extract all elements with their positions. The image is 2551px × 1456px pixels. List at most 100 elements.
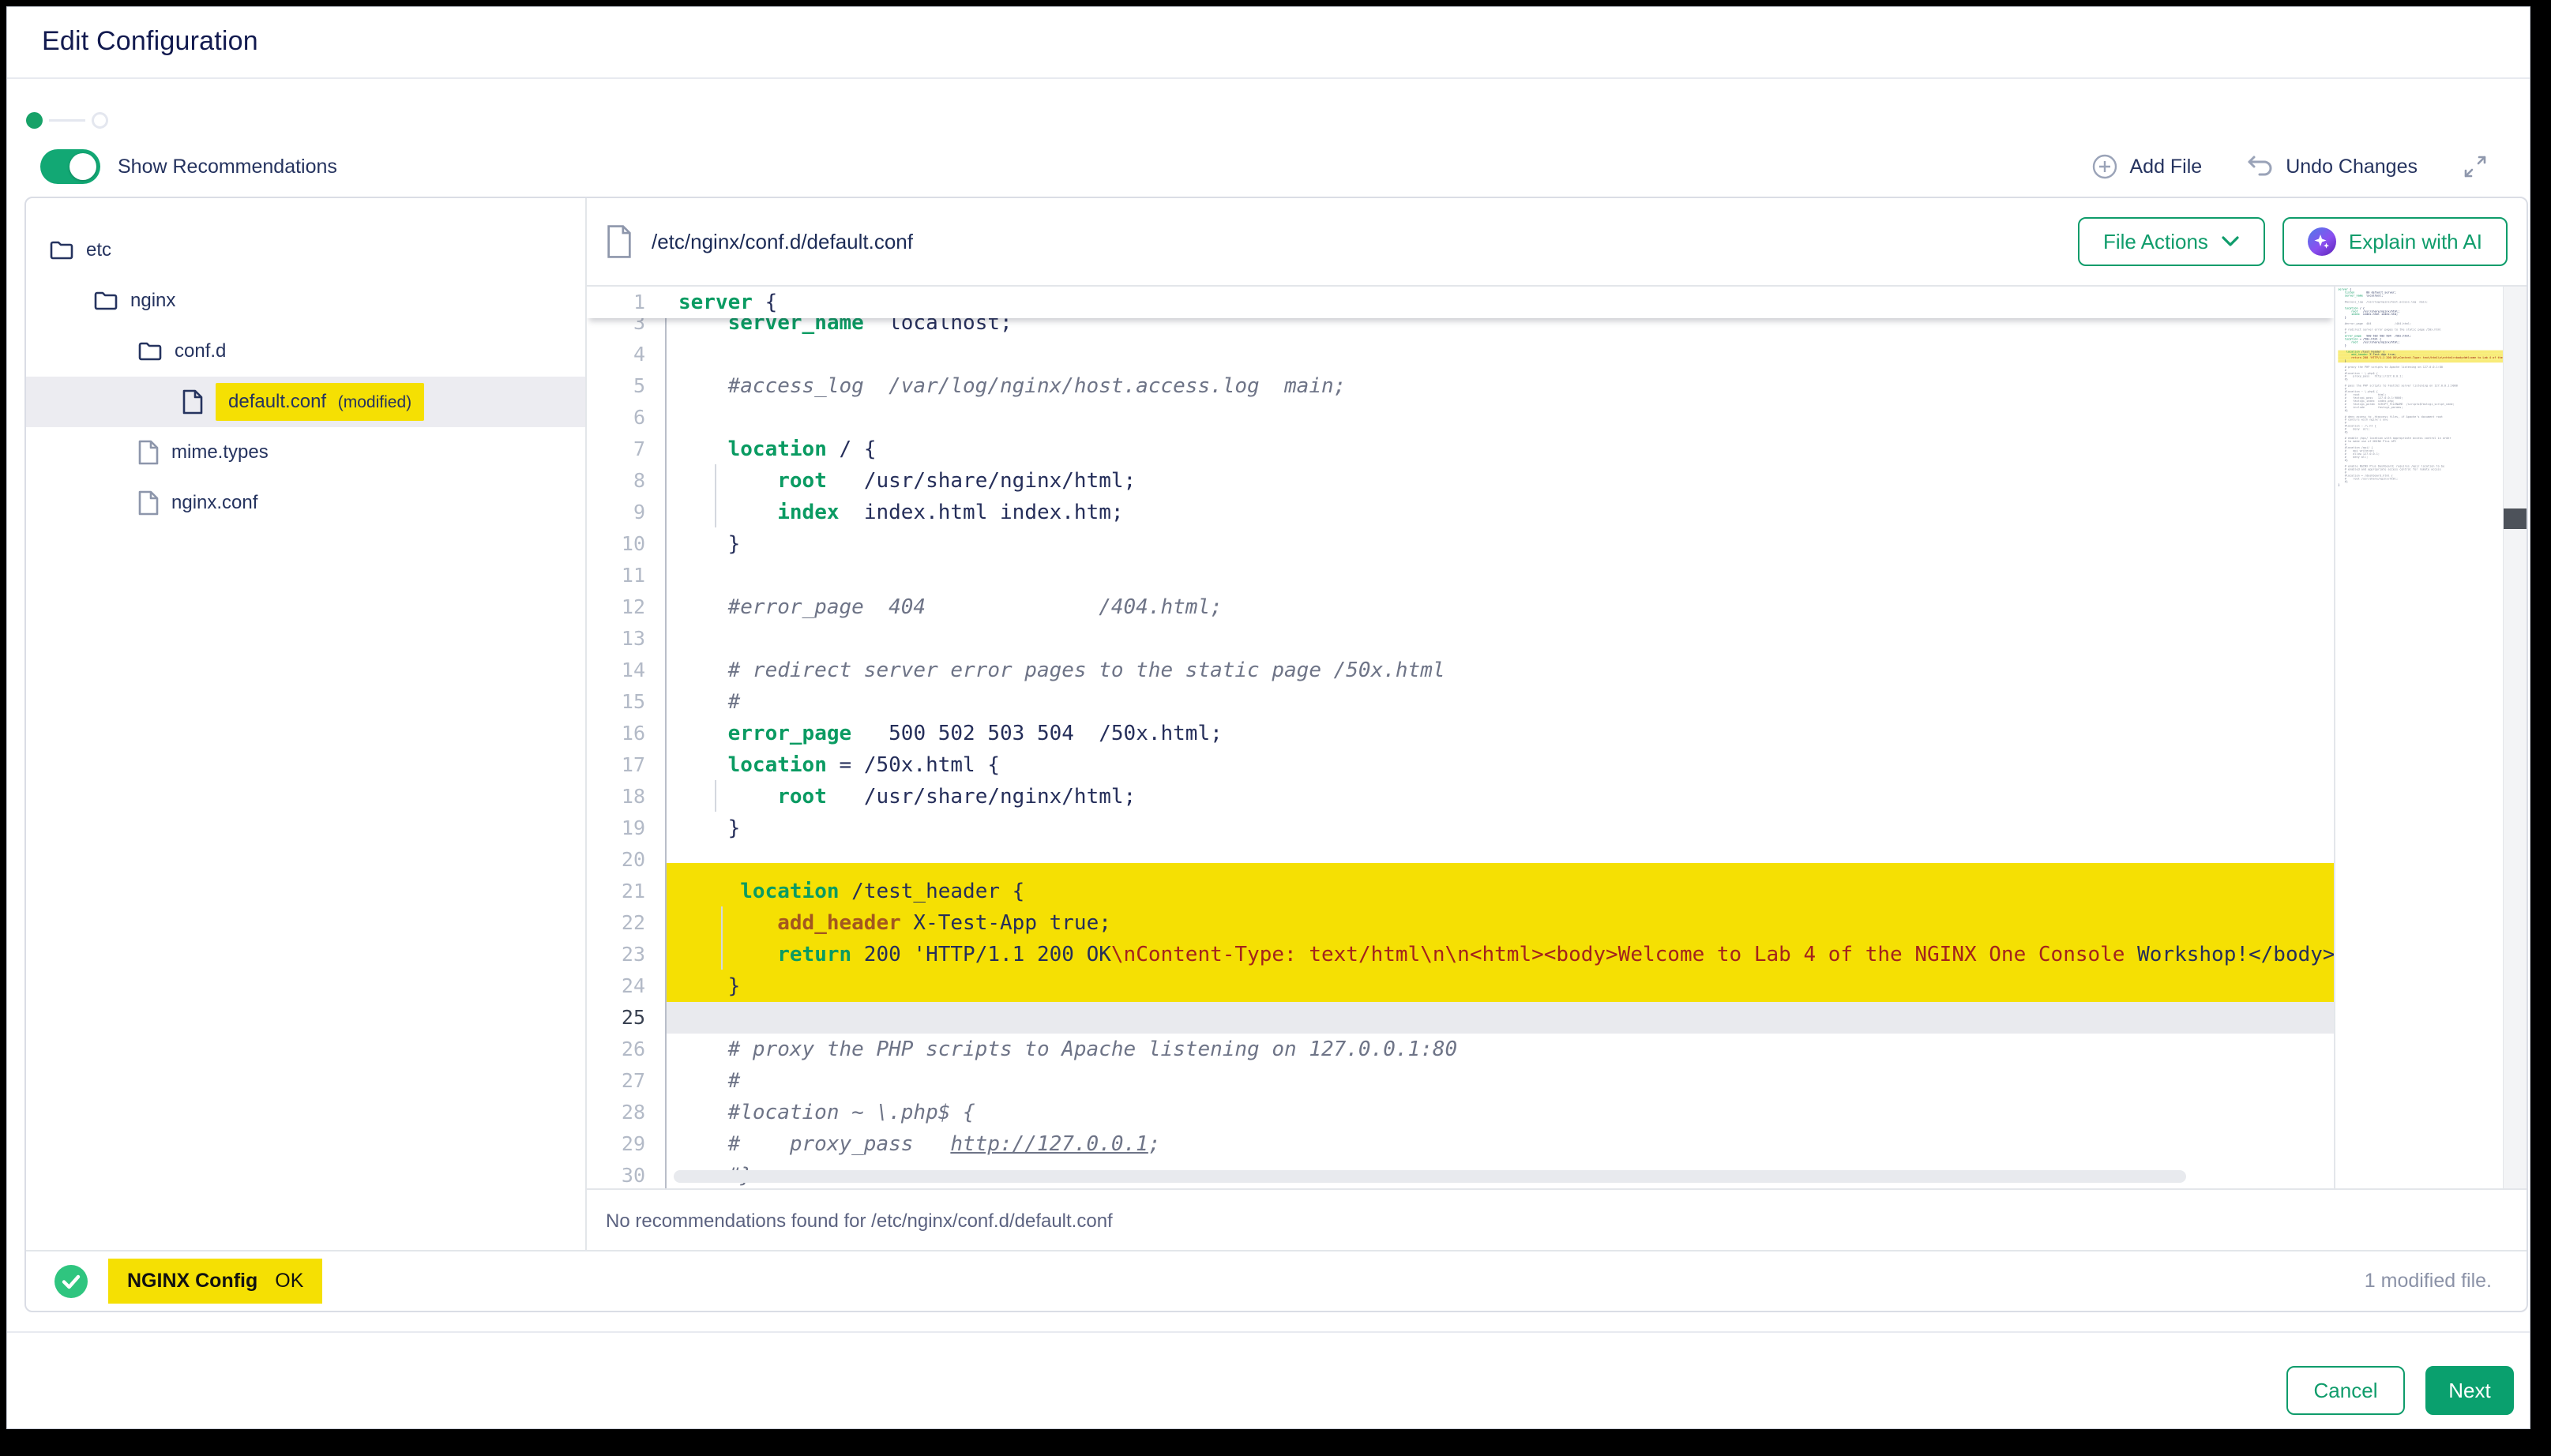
code-line-4: 4 — [587, 339, 2334, 370]
code-line-12: 12 #error_page 404 /404.html; — [587, 591, 2334, 623]
line-number: 19 — [587, 812, 666, 844]
line-number: 17 — [587, 749, 666, 781]
file-icon — [138, 490, 159, 516]
next-button[interactable]: Next — [2425, 1366, 2514, 1415]
undo-changes-label: Undo Changes — [2286, 156, 2418, 178]
explain-with-ai-button[interactable]: Explain with AI — [2282, 217, 2508, 266]
tree-item-label: conf.d — [175, 340, 226, 362]
line-content: add_header X-Test-App true; — [666, 907, 2334, 939]
tree-item-default.conf[interactable]: default.conf (modified) — [26, 377, 585, 427]
line-number: 27 — [587, 1065, 666, 1097]
code-line-19: 19 } — [587, 812, 2334, 844]
line-number: 16 — [587, 718, 666, 749]
line-number: 22 — [587, 907, 666, 939]
ai-sparkle-icon — [2308, 227, 2336, 256]
cancel-button[interactable]: Cancel — [2286, 1366, 2405, 1415]
code-line-24: 24 } — [587, 970, 2334, 1002]
horizontal-scrollbar[interactable] — [674, 1170, 2186, 1183]
line-content: error_page 500 502 503 504 /50x.html; — [666, 718, 2334, 749]
show-recommendations-label: Show Recommendations — [118, 156, 337, 178]
line-number: 5 — [587, 370, 666, 402]
top-actions: Add File Undo Changes — [2091, 153, 2511, 180]
line-number: 24 — [587, 970, 666, 1002]
check-circle-icon — [54, 1265, 88, 1298]
tree-item-conf.d[interactable]: conf.d — [26, 326, 585, 377]
code-line-20: 20 — [587, 844, 2334, 876]
line-content — [666, 402, 2334, 433]
file-actions-label: File Actions — [2103, 230, 2208, 254]
file-tree: etc nginx conf.d default.conf (modified)mim… — [26, 198, 587, 1250]
line-content: return 200 'HTTP/1.1 200 OK\nContent-Typ… — [666, 939, 2334, 970]
line-number: 18 — [587, 781, 666, 812]
code-line-5: 5 #access_log /var/log/nginx/host.access… — [587, 370, 2334, 402]
code-line-17: 17 location = /50x.html { — [587, 749, 2334, 781]
tree-item-mime.types[interactable]: mime.types — [26, 427, 585, 478]
show-recommendations-toggle[interactable] — [40, 149, 100, 184]
tree-item-etc[interactable]: etc — [26, 225, 585, 276]
undo-icon — [2246, 154, 2275, 179]
recommendations-bar: No recommendations found for /etc/nginx/… — [587, 1188, 2527, 1253]
line-content: # redirect server error pages to the sta… — [666, 655, 2334, 686]
line-content: root /usr/share/nginx/html; — [666, 781, 2334, 812]
line-content: server { — [666, 287, 2334, 318]
step-connector — [49, 119, 85, 122]
line-number: 4 — [587, 339, 666, 370]
code-line-11: 11 — [587, 560, 2334, 591]
config-status-value: OK — [275, 1270, 303, 1293]
code-line-22: 22 add_header X-Test-App true; — [587, 907, 2334, 939]
file-path-bar: /etc/nginx/conf.d/default.conf File Acti… — [587, 198, 2527, 287]
minimap[interactable]: server { listen 80 default_server; serve… — [2334, 287, 2506, 1188]
line-number: 26 — [587, 1034, 666, 1065]
file-icon — [182, 389, 203, 415]
line-content — [666, 339, 2334, 370]
tree-item-label: etc — [86, 239, 111, 261]
line-content: # proxy the PHP scripts to Apache listen… — [666, 1034, 2334, 1065]
modified-files-count: 1 modified file. — [2365, 1270, 2492, 1293]
code-line-8: 8 root /usr/share/nginx/html; — [587, 465, 2334, 497]
line-number: 15 — [587, 686, 666, 718]
tree-item-label: nginx — [130, 290, 175, 312]
expand-icon — [2462, 153, 2489, 180]
header-divider — [7, 77, 2530, 79]
indent-guide-inner — [715, 464, 716, 527]
line-number: 25 — [587, 1002, 666, 1034]
line-number: 8 — [587, 465, 666, 497]
line-number: 10 — [587, 528, 666, 560]
line-number: 1 — [587, 287, 666, 318]
scrollbar-thumb[interactable] — [2504, 508, 2527, 529]
add-file-button[interactable]: Add File — [2091, 153, 2202, 180]
toggle-knob — [70, 153, 96, 180]
tree-item-nginx.conf[interactable]: nginx.conf — [26, 478, 585, 528]
line-number: 20 — [587, 844, 666, 876]
code-line-9: 9 index index.html index.htm; — [587, 497, 2334, 528]
line-content — [666, 623, 2334, 655]
plus-circle-icon — [2091, 153, 2118, 180]
tree-item-nginx[interactable]: nginx — [26, 276, 585, 326]
indent-guide — [665, 306, 667, 1188]
line-content: #access_log /var/log/nginx/host.access.l… — [666, 370, 2334, 402]
page-title: Edit Configuration — [7, 7, 2530, 57]
line-number: 28 — [587, 1097, 666, 1128]
file-path: /etc/nginx/conf.d/default.conf — [652, 230, 913, 254]
line-content: # — [666, 686, 2334, 718]
configuration-panel: etc nginx conf.d default.conf (modified)mim… — [24, 197, 2528, 1312]
line-number: 9 — [587, 497, 666, 528]
line-content: } — [666, 812, 2334, 844]
folder-icon — [94, 291, 118, 311]
expand-editor-button[interactable] — [2462, 153, 2489, 180]
undo-changes-button[interactable]: Undo Changes — [2246, 154, 2418, 179]
line-content: # — [666, 1065, 2334, 1097]
folder-icon — [138, 341, 162, 362]
line-content — [666, 560, 2334, 591]
path-actions: File Actions Explain with AI — [2078, 217, 2508, 266]
code-line-15: 15 # — [587, 686, 2334, 718]
chevron-down-icon — [2221, 235, 2240, 248]
file-actions-button[interactable]: File Actions — [2078, 217, 2265, 266]
code-editor[interactable]: 1server { 3 server_name localhost;45 #ac… — [587, 287, 2527, 1188]
code-line-29: 29 # proxy_pass http://127.0.0.1; — [587, 1128, 2334, 1160]
line-content: #error_page 404 /404.html; — [666, 591, 2334, 623]
vertical-scrollbar[interactable] — [2503, 287, 2527, 1188]
line-number: 21 — [587, 876, 666, 907]
tree-item-label: nginx.conf — [171, 492, 257, 514]
status-bar: NGINX Config OK 1 modified file. — [26, 1250, 2527, 1311]
